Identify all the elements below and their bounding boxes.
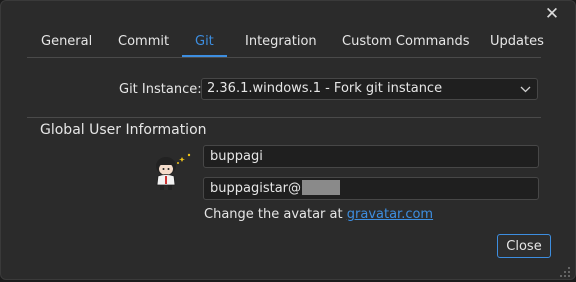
resize-grip-icon[interactable] [557, 263, 571, 277]
user-email-field[interactable]: buppagistar@ [203, 177, 539, 200]
section-title: Global User Information [40, 122, 207, 138]
tab-integration[interactable]: Integration [245, 34, 317, 49]
section-divider [27, 117, 541, 118]
tab-custom-commands[interactable]: Custom Commands [342, 34, 470, 49]
tab-bar: General Commit Git Integration Custom Co… [1, 27, 576, 57]
user-email-value: buppagistar@ [210, 181, 302, 196]
avatar-hint: Change the avatar at gravatar.com [204, 207, 433, 222]
avatar-icon [149, 152, 195, 194]
git-instance-label: Git Instance: [119, 82, 202, 97]
preferences-dialog: ✕ General Commit Git Integration Custom … [0, 0, 576, 280]
tab-updates[interactable]: Updates [490, 34, 544, 49]
close-icon[interactable]: ✕ [541, 3, 563, 25]
tab-commit[interactable]: Commit [118, 34, 169, 49]
user-name-field[interactable]: buppagi [203, 145, 539, 168]
tab-divider [27, 57, 541, 58]
gravatar-link[interactable]: gravatar.com [347, 207, 433, 222]
tab-general[interactable]: General [41, 34, 92, 49]
redacted-block [302, 180, 341, 195]
chevron-down-icon [520, 79, 531, 106]
avatar-hint-text: Change the avatar at [204, 207, 343, 222]
user-name-value: buppagi [210, 149, 263, 164]
git-instance-value: 2.36.1.windows.1 - Fork git instance [207, 81, 443, 96]
tab-git[interactable]: Git [195, 34, 214, 49]
git-instance-select[interactable]: 2.36.1.windows.1 - Fork git instance [201, 78, 538, 100]
close-button[interactable]: Close [497, 234, 551, 258]
